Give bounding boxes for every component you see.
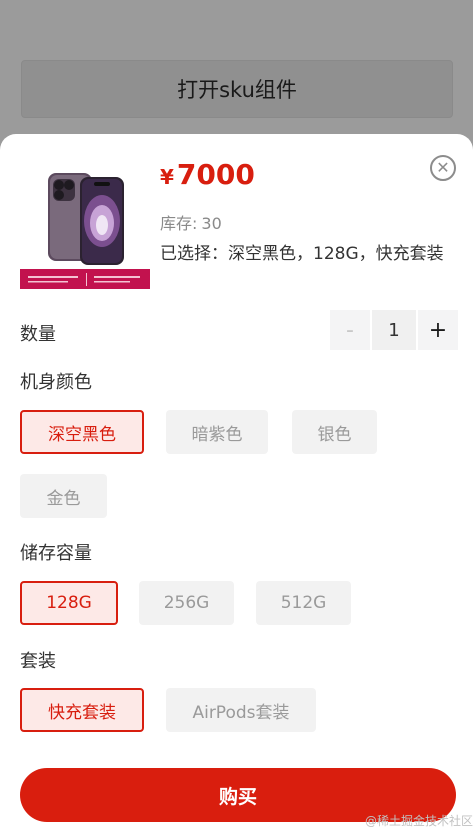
quantity-input[interactable]: 1	[372, 310, 416, 350]
plus-button[interactable]: +	[418, 310, 458, 350]
option-color-1[interactable]: 暗紫色	[166, 410, 268, 454]
sku-sheet: ✕ ¥ 7000 库存: 30 已选择：深空黑色，128G，快充套装 数量 - 1…	[0, 134, 473, 840]
option-storage-1[interactable]: 256G	[139, 581, 234, 625]
stock-info: 库存: 30	[160, 210, 222, 234]
watermark: @稀土掘金技术社区	[365, 814, 473, 828]
option-bundle-0[interactable]: 快充套装	[20, 688, 144, 732]
option-storage-0[interactable]: 128G	[20, 581, 118, 625]
close-icon[interactable]: ✕	[430, 155, 456, 181]
color-group-label: 机身颜色	[20, 372, 92, 393]
currency-symbol: ¥	[160, 165, 174, 189]
minus-button[interactable]: -	[330, 310, 370, 350]
option-storage-2[interactable]: 512G	[256, 581, 351, 625]
quantity-stepper: - 1 +	[330, 310, 458, 350]
stock-value: 30	[201, 214, 222, 233]
selected-summary: 已选择：深空黑色，128G，快充套装	[160, 244, 444, 264]
product-image	[20, 163, 150, 289]
option-color-0[interactable]: 深空黑色	[20, 410, 144, 454]
option-color-3[interactable]: 金色	[20, 474, 107, 518]
quantity-label: 数量	[20, 324, 56, 345]
option-color-2[interactable]: 银色	[292, 410, 377, 454]
price: ¥ 7000	[160, 158, 255, 191]
option-bundle-1[interactable]: AirPods套装	[166, 688, 316, 732]
storage-group-label: 储存容量	[20, 543, 92, 564]
iphone-image	[20, 163, 150, 289]
price-value: 7000	[176, 158, 255, 191]
open-sku-button[interactable]: 打开sku组件	[21, 60, 453, 118]
stock-label: 库存:	[160, 214, 198, 233]
bundle-group-label: 套装	[20, 651, 56, 672]
